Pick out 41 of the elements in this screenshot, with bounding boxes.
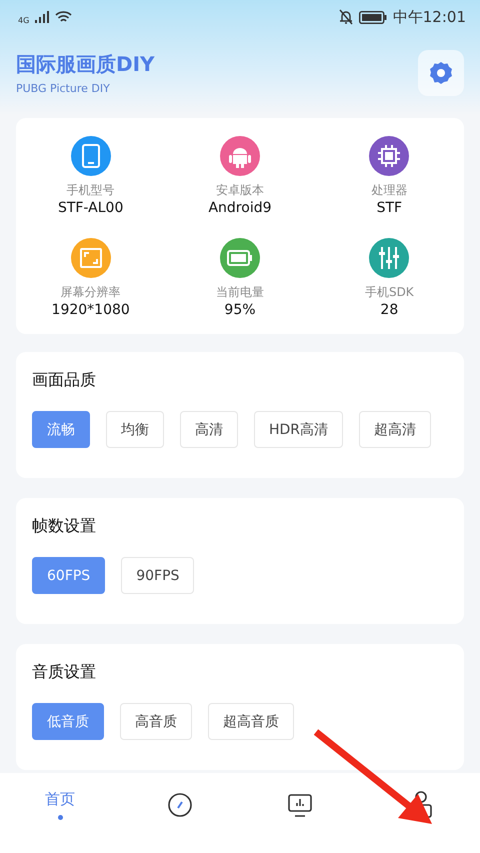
chip-icon xyxy=(378,145,400,167)
app-title: 国际服画质DIY xyxy=(16,51,155,78)
network-type: 4G xyxy=(18,16,30,24)
option-button[interactable]: 超高音质 xyxy=(208,703,294,740)
section-title: 画面品质 xyxy=(32,370,97,391)
app-subtitle: PUBG Picture DIY xyxy=(16,82,111,95)
option-button[interactable]: 超高清 xyxy=(359,411,432,448)
info-label: 屏幕分辨率 xyxy=(60,284,121,300)
battery-icon xyxy=(358,10,387,24)
info-value: Android9 xyxy=(208,199,272,218)
info-label: 安卓版本 xyxy=(216,182,264,198)
info-value: 1920*1080 xyxy=(52,301,130,320)
wifi-icon xyxy=(55,10,72,24)
nav-tab[interactable]: 首页 xyxy=(0,773,120,837)
info-label: 当前电量 xyxy=(216,284,264,300)
info-label: 手机型号 xyxy=(66,182,115,198)
section-title: 音质设置 xyxy=(32,662,97,683)
settings-icon xyxy=(429,61,453,85)
info-value: STF xyxy=(376,199,402,218)
info-label: 处理器 xyxy=(371,182,408,198)
settings-button[interactable] xyxy=(418,50,464,96)
option-button[interactable]: 高清 xyxy=(180,411,238,448)
active-dot xyxy=(58,815,62,820)
compass-icon xyxy=(168,793,192,817)
tablet-icon xyxy=(80,144,102,168)
sliders-icon xyxy=(378,247,400,269)
monitor-chart-icon xyxy=(288,793,312,817)
section-title: 帧数设置 xyxy=(32,516,97,537)
option-button[interactable]: 均衡 xyxy=(106,411,164,448)
info-value: 95% xyxy=(224,301,256,320)
clock-time: 中午12:01 xyxy=(392,8,466,26)
info-label: 手机SDK xyxy=(364,284,414,300)
option-button[interactable]: 高音质 xyxy=(120,703,192,740)
option-button[interactable]: 90FPS xyxy=(121,557,194,594)
battery-icon xyxy=(226,250,253,266)
info-value: 28 xyxy=(380,301,398,320)
signal-icon xyxy=(35,11,50,23)
screen-icon xyxy=(80,248,102,268)
option-button[interactable]: HDR高清 xyxy=(254,411,344,448)
info-value: STF-AL00 xyxy=(58,199,124,218)
bell-off-icon xyxy=(338,9,353,25)
